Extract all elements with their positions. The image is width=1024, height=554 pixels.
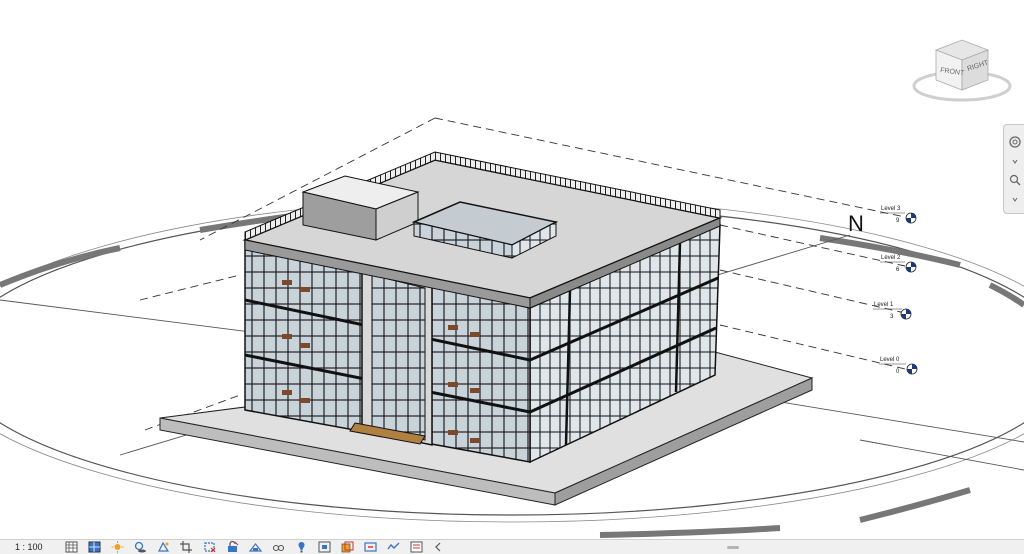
level-elevation: 9	[896, 218, 900, 224]
view-scale[interactable]: 1 : 100	[0, 542, 60, 552]
visual-style-icon[interactable]	[87, 541, 102, 553]
level-name: Level 2	[881, 255, 901, 261]
navigation-bar	[1003, 124, 1024, 214]
chevron-down-icon[interactable]	[1008, 153, 1022, 165]
temporary-hide-icon[interactable]	[248, 541, 263, 553]
3d-view-canvas[interactable]: N Level 3 9 Level 2 6 Level 1 3 Level 0 …	[0, 0, 1024, 539]
north-arrow-label: N	[848, 211, 864, 236]
zoom-icon[interactable]	[1008, 173, 1022, 186]
view-control-bar: 1 : 100	[0, 539, 1024, 554]
level-name: Level 1	[874, 302, 894, 308]
chevron-down-icon[interactable]	[1008, 191, 1022, 203]
worksharing-display-icon[interactable]	[294, 541, 309, 553]
steering-wheel-icon[interactable]	[1008, 135, 1022, 148]
level-elevation: 3	[890, 314, 894, 320]
sun-path-icon[interactable]	[110, 541, 125, 553]
show-analytical-icon[interactable]	[386, 541, 401, 553]
shadows-icon[interactable]	[133, 541, 148, 553]
reveal-hidden-icon[interactable]	[271, 541, 286, 553]
analytical-model-icon[interactable]	[317, 541, 332, 553]
level-head-1[interactable]: Level 1 3	[873, 302, 912, 320]
level-name: Level 0	[880, 357, 900, 363]
viewcube[interactable]: FRONT RIGHT	[912, 39, 1012, 102]
show-crop-region-icon[interactable]	[202, 541, 217, 553]
level-elevation: 0	[896, 369, 900, 375]
level-head-3[interactable]: Level 3 9	[880, 206, 917, 224]
level-name: Level 3	[881, 206, 901, 212]
render-icon[interactable]	[156, 541, 171, 553]
scrollbar-thumb[interactable]	[727, 545, 739, 549]
unlock-3d-view-icon[interactable]	[225, 541, 240, 553]
view-properties-icon[interactable]	[409, 541, 424, 553]
level-head-0[interactable]: Level 0 0	[879, 357, 918, 375]
detail-level-icon[interactable]	[64, 541, 79, 553]
level-elevation: 6	[896, 267, 900, 273]
reveal-constraints-icon[interactable]	[363, 541, 378, 553]
horizontal-scrollbar[interactable]	[446, 541, 1020, 554]
highlight-displacement-icon[interactable]	[340, 541, 355, 553]
chevron-left-icon[interactable]	[434, 541, 442, 553]
building-model: N Level 3 9 Level 2 6 Level 1 3 Level 0 …	[0, 39, 1024, 538]
crop-view-icon[interactable]	[179, 541, 194, 553]
